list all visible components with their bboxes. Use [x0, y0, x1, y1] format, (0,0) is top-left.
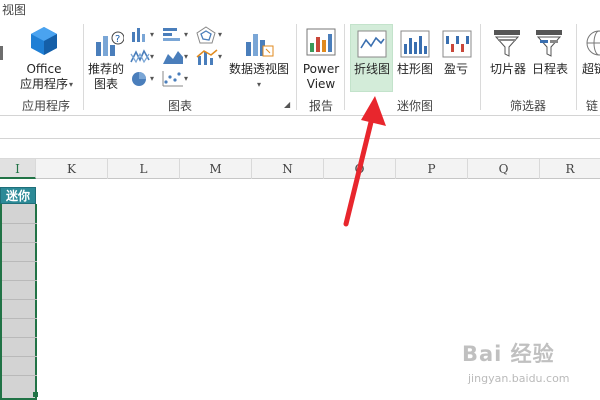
office-app-line1[interactable]: Office [20, 62, 68, 77]
scatter-chart-icon[interactable] [162, 70, 184, 88]
ribbon-separator [296, 24, 297, 110]
hyperlink-icon[interactable] [583, 28, 600, 58]
hyperlink-label[interactable]: 超链 [582, 62, 600, 77]
office-app-dropdown-icon[interactable]: ▾ [69, 80, 73, 89]
svg-text:?: ? [115, 34, 120, 45]
recommended-charts-line1[interactable]: 推荐的 [86, 62, 126, 77]
radar-chart-dropdown-icon[interactable]: ▾ [218, 30, 222, 39]
power-view-line1[interactable]: Power [300, 62, 342, 77]
pivot-chart-label[interactable]: 数据透视图 [228, 62, 290, 77]
sheet-gap [0, 140, 600, 158]
selected-range[interactable] [0, 204, 37, 400]
ribbon-separator [480, 24, 481, 110]
recommended-charts-icon[interactable]: ? [94, 28, 124, 58]
column-header-l[interactable]: L [108, 159, 180, 179]
sparkline-column-icon[interactable] [400, 30, 430, 58]
ribbon: Office 应用程序 ▾ 应用程序 ? 推荐的 图表 ▾ ▾ ▾ ▾ ▾ ▾ … [0, 20, 600, 116]
baidu-watermark: Bai 经验 jingyan.baidu.com [462, 338, 594, 396]
selected-row-divider [2, 299, 37, 300]
selected-row-divider [2, 242, 37, 243]
selected-row-divider [2, 280, 37, 281]
selected-row-divider [2, 337, 37, 338]
column-header-m[interactable]: M [180, 159, 252, 179]
ribbon-tab-strip: 视图 [0, 0, 600, 20]
column-header-n[interactable]: N [252, 159, 324, 179]
formula-bar[interactable] [0, 117, 600, 139]
radar-chart-icon[interactable] [196, 26, 218, 44]
timeline-label[interactable]: 日程表 [528, 62, 572, 77]
watermark-subtext: jingyan.baidu.com [468, 372, 570, 385]
sparkline-line-icon[interactable] [357, 30, 387, 58]
combo-chart-dropdown-icon[interactable]: ▾ [218, 52, 222, 61]
combo-chart-icon[interactable] [196, 48, 218, 66]
column-header-q[interactable]: Q [468, 159, 540, 179]
group-label-apps: 应用程序 [21, 99, 70, 113]
line-chart-icon[interactable] [130, 48, 150, 66]
column-chart-icon[interactable] [130, 26, 150, 44]
column-chart-dropdown-icon[interactable]: ▾ [150, 30, 154, 39]
charts-dialog-launcher-icon[interactable]: ◢ [284, 100, 290, 109]
power-view-line2[interactable]: View [300, 77, 342, 92]
annotation-arrow-icon [343, 96, 386, 227]
selected-row-divider [2, 261, 37, 262]
group-label-charts: 图表 [167, 99, 192, 113]
column-header-i[interactable]: I [0, 159, 36, 179]
ribbon-left-edge-icon [0, 46, 3, 60]
pivot-chart-icon[interactable] [244, 28, 274, 58]
area-chart-dropdown-icon[interactable]: ▾ [184, 52, 188, 61]
selected-row-divider [2, 375, 37, 376]
watermark-text: Bai 经验 [462, 342, 555, 366]
column-header-row: I K L M N O P Q R [0, 158, 600, 179]
bar-chart-icon[interactable] [162, 26, 184, 44]
ribbon-separator [576, 24, 577, 110]
timeline-icon[interactable] [534, 28, 564, 58]
power-view-icon[interactable] [306, 28, 336, 58]
bar-chart-dropdown-icon[interactable]: ▾ [184, 30, 188, 39]
pie-chart-icon[interactable] [130, 70, 150, 88]
selected-row-divider [2, 356, 37, 357]
scatter-chart-dropdown-icon[interactable]: ▾ [184, 74, 188, 83]
office-app-line2[interactable]: 应用程序 [14, 77, 74, 92]
fill-handle-icon[interactable] [33, 392, 38, 397]
line-chart-dropdown-icon[interactable]: ▾ [150, 52, 154, 61]
sparkline-column-label[interactable]: 柱形图 [394, 62, 436, 77]
tab-view[interactable]: 视图 [2, 1, 26, 18]
selected-row-divider [2, 223, 37, 224]
sparkline-winloss-icon[interactable] [442, 30, 472, 58]
ribbon-separator [83, 24, 84, 110]
area-chart-icon[interactable] [162, 48, 184, 66]
group-label-links: 链 [586, 99, 599, 113]
sparkline-header-cell[interactable]: 迷你图 [0, 187, 36, 204]
recommended-charts-line2[interactable]: 图表 [86, 77, 126, 92]
pie-chart-dropdown-icon[interactable]: ▾ [150, 74, 154, 83]
column-header-p[interactable]: P [396, 159, 468, 179]
office-store-icon[interactable] [29, 26, 59, 56]
pivot-chart-dropdown-icon[interactable]: ▾ [257, 80, 261, 89]
sparkline-line-label[interactable]: 折线图 [350, 62, 394, 77]
selected-row-divider [2, 318, 37, 319]
slicer-icon[interactable] [492, 28, 522, 58]
sparkline-winloss-label[interactable]: 盈亏 [438, 62, 474, 77]
column-header-k[interactable]: K [36, 159, 108, 179]
column-header-r[interactable]: R [540, 159, 600, 179]
group-label-filters: 筛选器 [509, 99, 546, 113]
slicer-label[interactable]: 切片器 [486, 62, 530, 77]
